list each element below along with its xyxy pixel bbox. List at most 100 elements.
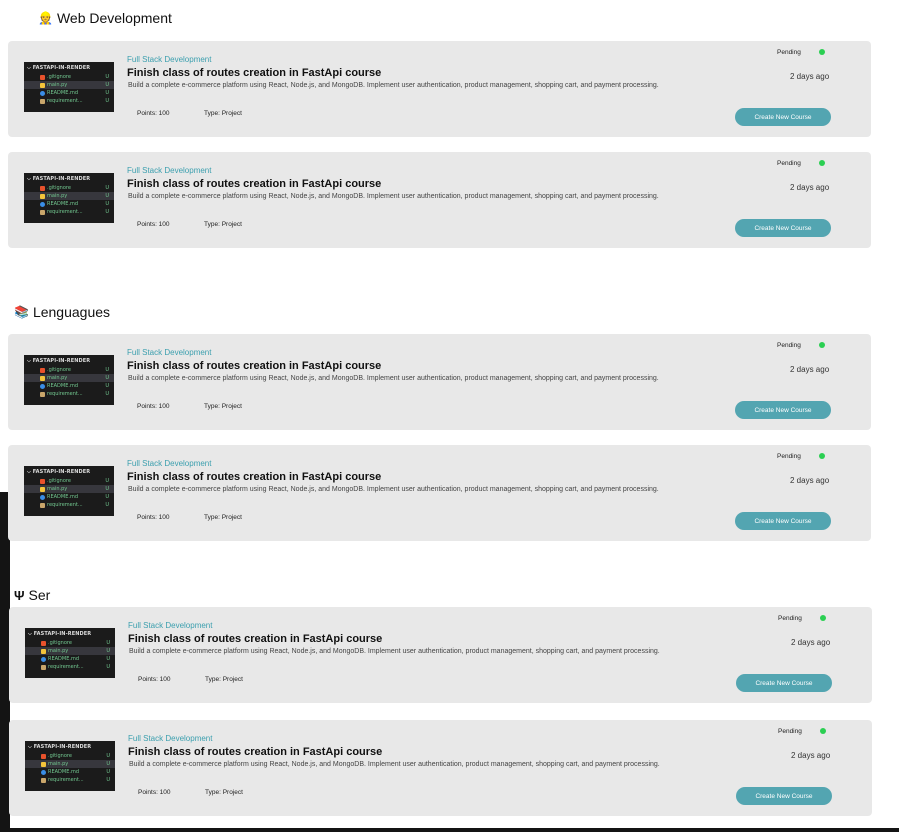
course-card[interactable]: ⌵ FASTAPI-IN-RENDER .gitignore U main.py… bbox=[8, 445, 871, 541]
status-dot bbox=[819, 453, 825, 459]
thumbnail-header: ⌵ FASTAPI-IN-RENDER bbox=[28, 744, 92, 750]
file-status: U bbox=[106, 769, 110, 775]
git-icon bbox=[41, 753, 46, 759]
file-name: main.py bbox=[48, 761, 69, 767]
thumbnail-header: ⌵ FASTAPI-IN-RENDER bbox=[27, 176, 91, 182]
course-type: Type: Project bbox=[204, 221, 242, 228]
timestamp: 2 days ago bbox=[790, 476, 830, 485]
file-row: .gitignore U bbox=[24, 73, 114, 81]
file-status: U bbox=[105, 74, 109, 80]
text-file-icon bbox=[40, 391, 45, 397]
course-description: Build a complete e-commerce platform usi… bbox=[128, 375, 659, 382]
timestamp: 2 days ago bbox=[790, 72, 830, 81]
course-card[interactable]: ⌵ FASTAPI-IN-RENDER .gitignore U main.py… bbox=[8, 152, 871, 248]
file-status: U bbox=[105, 494, 109, 500]
thumbnail-header: ⌵ FASTAPI-IN-RENDER bbox=[27, 358, 91, 364]
file-name: .gitignore bbox=[47, 478, 71, 484]
python-icon bbox=[40, 82, 45, 88]
file-name: README.md bbox=[48, 769, 80, 775]
git-icon bbox=[41, 640, 46, 646]
create-new-course-button[interactable]: Create New Course bbox=[735, 512, 831, 530]
file-name: requirement... bbox=[48, 777, 84, 783]
file-row: main.py U bbox=[25, 647, 115, 655]
course-type: Type: Project bbox=[204, 514, 242, 521]
info-icon bbox=[40, 201, 45, 207]
info-icon bbox=[40, 90, 45, 96]
course-description: Build a complete e-commerce platform usi… bbox=[129, 648, 660, 655]
file-row: README.md U bbox=[24, 89, 114, 97]
course-type: Type: Project bbox=[205, 676, 243, 683]
course-card[interactable]: ⌵ FASTAPI-IN-RENDER .gitignore U main.py… bbox=[8, 334, 871, 430]
status-label: Pending bbox=[777, 453, 801, 460]
course-category: Full Stack Development bbox=[128, 734, 213, 743]
course-card[interactable]: ⌵ FASTAPI-IN-RENDER .gitignore U main.py… bbox=[9, 720, 872, 816]
file-row: README.md U bbox=[24, 493, 114, 501]
file-name: requirement... bbox=[47, 98, 83, 104]
course-thumbnail: ⌵ FASTAPI-IN-RENDER .gitignore U main.py… bbox=[24, 355, 114, 405]
course-description: Build a complete e-commerce platform usi… bbox=[128, 486, 659, 493]
status-label: Pending bbox=[777, 160, 801, 167]
file-row: .gitignore U bbox=[25, 752, 115, 760]
course-category: Full Stack Development bbox=[127, 166, 212, 175]
file-status: U bbox=[106, 656, 110, 662]
file-name: README.md bbox=[47, 90, 79, 96]
info-icon bbox=[41, 656, 46, 662]
file-name: .gitignore bbox=[47, 185, 71, 191]
course-type: Type: Project bbox=[205, 789, 243, 796]
course-points: Points: 100 bbox=[137, 403, 170, 410]
status-label: Pending bbox=[777, 49, 801, 56]
course-card[interactable]: ⌵ FASTAPI-IN-RENDER .gitignore U main.py… bbox=[9, 607, 872, 703]
file-row: requirement... U bbox=[25, 776, 115, 784]
file-row: .gitignore U bbox=[24, 366, 114, 374]
course-thumbnail: ⌵ FASTAPI-IN-RENDER .gitignore U main.py… bbox=[25, 628, 115, 678]
status-dot bbox=[819, 160, 825, 166]
create-new-course-button[interactable]: Create New Course bbox=[735, 401, 831, 419]
course-title: Finish class of routes creation in FastA… bbox=[128, 633, 383, 645]
file-name: main.py bbox=[48, 648, 69, 654]
git-icon bbox=[40, 478, 45, 484]
file-status: U bbox=[105, 82, 109, 88]
course-card[interactable]: ⌵ FASTAPI-IN-RENDER .gitignore U main.py… bbox=[8, 41, 871, 137]
file-status: U bbox=[105, 486, 109, 492]
create-new-course-button[interactable]: Create New Course bbox=[735, 219, 831, 237]
create-new-course-button[interactable]: Create New Course bbox=[736, 787, 832, 805]
text-file-icon bbox=[40, 502, 45, 508]
file-status: U bbox=[106, 664, 110, 670]
create-new-course-button[interactable]: Create New Course bbox=[736, 674, 832, 692]
file-status: U bbox=[106, 777, 110, 783]
course-title: Finish class of routes creation in FastA… bbox=[127, 67, 382, 79]
course-category: Full Stack Development bbox=[127, 348, 212, 357]
file-name: requirement... bbox=[47, 391, 83, 397]
file-name: main.py bbox=[47, 82, 68, 88]
course-thumbnail: ⌵ FASTAPI-IN-RENDER .gitignore U main.py… bbox=[24, 466, 114, 516]
text-file-icon bbox=[41, 777, 46, 783]
file-row: .gitignore U bbox=[24, 477, 114, 485]
git-icon bbox=[40, 367, 45, 373]
file-status: U bbox=[105, 478, 109, 484]
text-file-icon bbox=[40, 98, 45, 104]
info-icon bbox=[40, 494, 45, 500]
timestamp: 2 days ago bbox=[790, 183, 830, 192]
thumbnail-header: ⌵ FASTAPI-IN-RENDER bbox=[27, 469, 91, 475]
status-dot bbox=[819, 342, 825, 348]
file-status: U bbox=[105, 383, 109, 389]
file-name: requirement... bbox=[47, 209, 83, 215]
file-name: .gitignore bbox=[48, 640, 72, 646]
text-file-icon bbox=[41, 664, 46, 670]
file-row: requirement... U bbox=[24, 501, 114, 509]
info-icon bbox=[40, 383, 45, 389]
file-name: main.py bbox=[47, 486, 68, 492]
file-status: U bbox=[105, 185, 109, 191]
course-description: Build a complete e-commerce platform usi… bbox=[129, 761, 660, 768]
file-row: README.md U bbox=[25, 768, 115, 776]
file-status: U bbox=[105, 193, 109, 199]
psi-icon: Ψ bbox=[14, 587, 25, 603]
create-new-course-button[interactable]: Create New Course bbox=[735, 108, 831, 126]
file-status: U bbox=[105, 391, 109, 397]
file-row: requirement... U bbox=[24, 97, 114, 105]
thumbnail-header: ⌵ FASTAPI-IN-RENDER bbox=[28, 631, 92, 637]
course-type: Type: Project bbox=[204, 403, 242, 410]
status-dot bbox=[820, 728, 826, 734]
file-name: .gitignore bbox=[48, 753, 72, 759]
course-points: Points: 100 bbox=[138, 676, 171, 683]
